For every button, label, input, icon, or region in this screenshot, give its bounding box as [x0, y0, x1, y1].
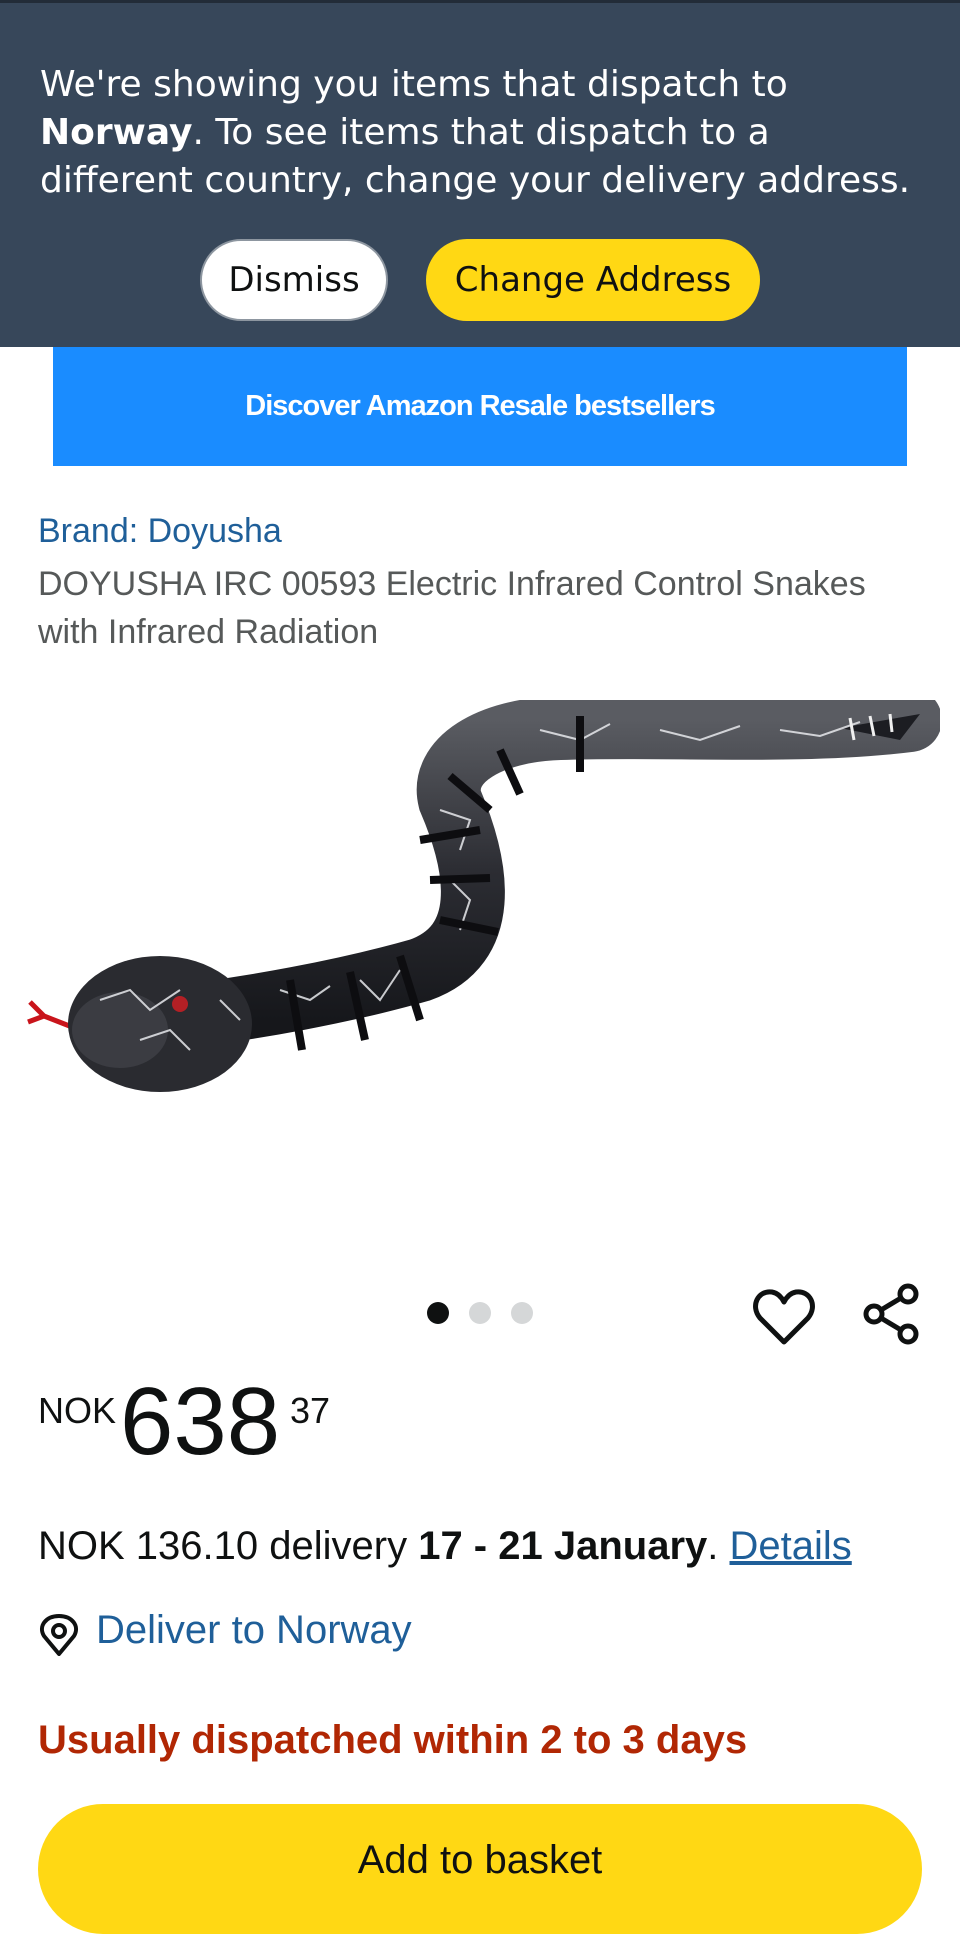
dispatch-country: Norway — [40, 112, 193, 153]
price-whole: 638 — [120, 1368, 281, 1475]
dispatch-notice-text: We're showing you items that dispatch to… — [40, 64, 911, 201]
delivery-details-link[interactable]: Details — [730, 1524, 852, 1568]
heart-icon[interactable] — [752, 1286, 816, 1348]
resale-promo-banner[interactable]: Discover Amazon Resale bestsellers — [53, 347, 907, 466]
carousel-dot[interactable] — [427, 1302, 449, 1324]
delivery-dates: 17 - 21 January — [418, 1524, 708, 1568]
price-fraction: 37 — [290, 1390, 331, 1431]
availability-status: Usually dispatched within 2 to 3 days — [38, 1718, 748, 1762]
delivery-info: NOK 136.10 delivery 17 - 21 January. Det… — [38, 1524, 852, 1568]
dismiss-button[interactable]: Dismiss — [200, 239, 388, 321]
share-icon[interactable] — [860, 1282, 924, 1346]
carousel-dot[interactable] — [469, 1302, 491, 1324]
add-to-basket-button[interactable]: Add to basket — [38, 1804, 922, 1934]
price-currency: NOK — [38, 1390, 117, 1431]
change-address-button[interactable]: Change Address — [426, 239, 760, 321]
deliver-to-link[interactable]: Deliver to Norway — [96, 1608, 412, 1653]
image-carousel-dots — [427, 1302, 533, 1324]
location-pin-icon[interactable] — [38, 1614, 80, 1656]
snake-product-image[interactable] — [20, 700, 940, 1160]
dispatch-notice-banner: We're showing you items that dispatch to… — [0, 0, 960, 347]
carousel-dot[interactable] — [511, 1302, 533, 1324]
product-title: DOYUSHA IRC 00593 Electric Infrared Cont… — [38, 565, 866, 651]
brand-link[interactable]: Brand: Doyusha — [38, 512, 282, 551]
